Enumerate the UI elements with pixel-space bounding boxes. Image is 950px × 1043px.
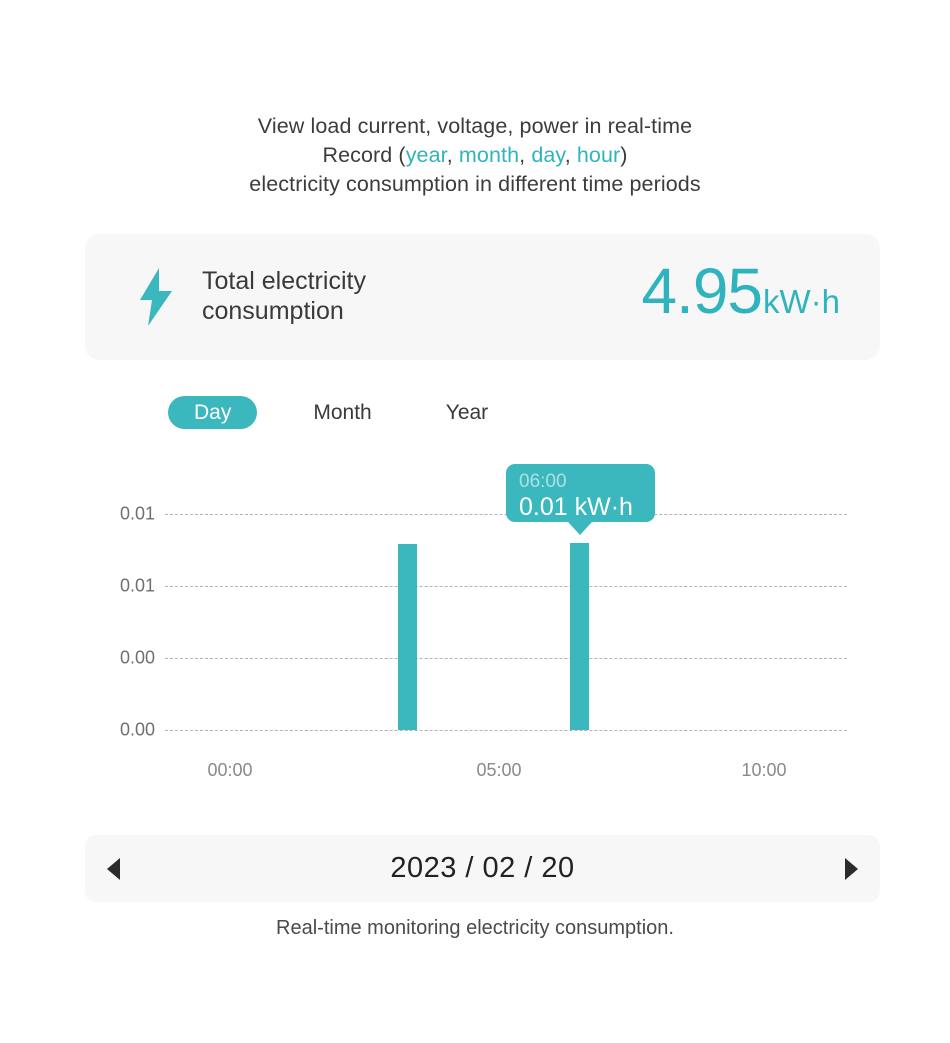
x-axis-labels: 00:00 05:00 10:00	[165, 760, 847, 786]
period-tabs: Day Month Year	[168, 396, 506, 429]
x-tick-label: 10:00	[741, 760, 787, 780]
record-hour: hour	[576, 143, 621, 167]
record-suffix: )	[620, 143, 628, 167]
tab-year[interactable]: Year	[428, 396, 506, 429]
description-line-2: Record (year, month, day, hour)	[0, 141, 950, 170]
tooltip-pointer-icon	[568, 522, 592, 535]
y-tick-label: 0.00	[119, 647, 155, 668]
gridline	[165, 586, 847, 587]
record-sep-2: ,	[519, 143, 532, 167]
description-line-1: View load current, voltage, power in rea…	[257, 114, 693, 138]
y-tick-label: 0.01	[119, 575, 155, 596]
y-tick-label: 0.01	[119, 503, 155, 524]
total-consumption-unit: kW·h	[763, 283, 840, 320]
y-axis-labels: 0.01 0.01 0.00 0.00	[91, 504, 155, 740]
page-description: View load current, voltage, power in rea…	[0, 112, 950, 199]
x-tick-label: 00:00	[207, 760, 253, 780]
total-consumption-value: 4.95	[641, 255, 763, 327]
footer-caption: Real-time monitoring electricity consump…	[276, 917, 674, 939]
record-sep-1: ,	[446, 143, 459, 167]
record-sep-3: ,	[564, 143, 577, 167]
tooltip-time: 06:00	[519, 471, 567, 492]
tab-month[interactable]: Month	[295, 396, 389, 429]
chart-bar[interactable]	[570, 543, 589, 730]
description-line-3: electricity consumption in different tim…	[249, 172, 701, 196]
total-consumption-readout: 4.95 kW·h	[641, 252, 840, 330]
record-month: month	[458, 143, 520, 167]
electricity-monitor-page: View load current, voltage, power in rea…	[0, 0, 950, 1043]
tab-day[interactable]: Day	[168, 396, 258, 429]
total-consumption-label: Total electricity consumption	[202, 267, 366, 325]
x-tick-label: 05:00	[476, 760, 522, 780]
triangle-right-icon[interactable]	[845, 857, 858, 880]
chart-plot-area	[165, 514, 847, 731]
total-consumption-card: Total electricity consumption 4.95 kW·h	[85, 234, 880, 360]
gridline	[165, 730, 847, 731]
tooltip-value: 0.01 kW·h	[519, 493, 633, 521]
selected-date: 2023 / 02 / 20	[390, 852, 575, 884]
lightning-bolt-icon	[140, 268, 172, 326]
record-prefix: Record (	[322, 143, 406, 167]
chart-tooltip: 06:00 0.01 kW·h	[506, 464, 655, 535]
record-year: year	[405, 143, 447, 167]
record-day: day	[531, 143, 565, 167]
chart-bar[interactable]	[398, 544, 417, 730]
gridline	[165, 658, 847, 659]
date-navigator: 2023 / 02 / 20	[85, 835, 880, 902]
y-tick-label: 0.00	[119, 719, 155, 740]
consumption-bar-chart: 0.01 0.01 0.00 0.00 00:00 05:00 10:00 06…	[0, 455, 950, 800]
